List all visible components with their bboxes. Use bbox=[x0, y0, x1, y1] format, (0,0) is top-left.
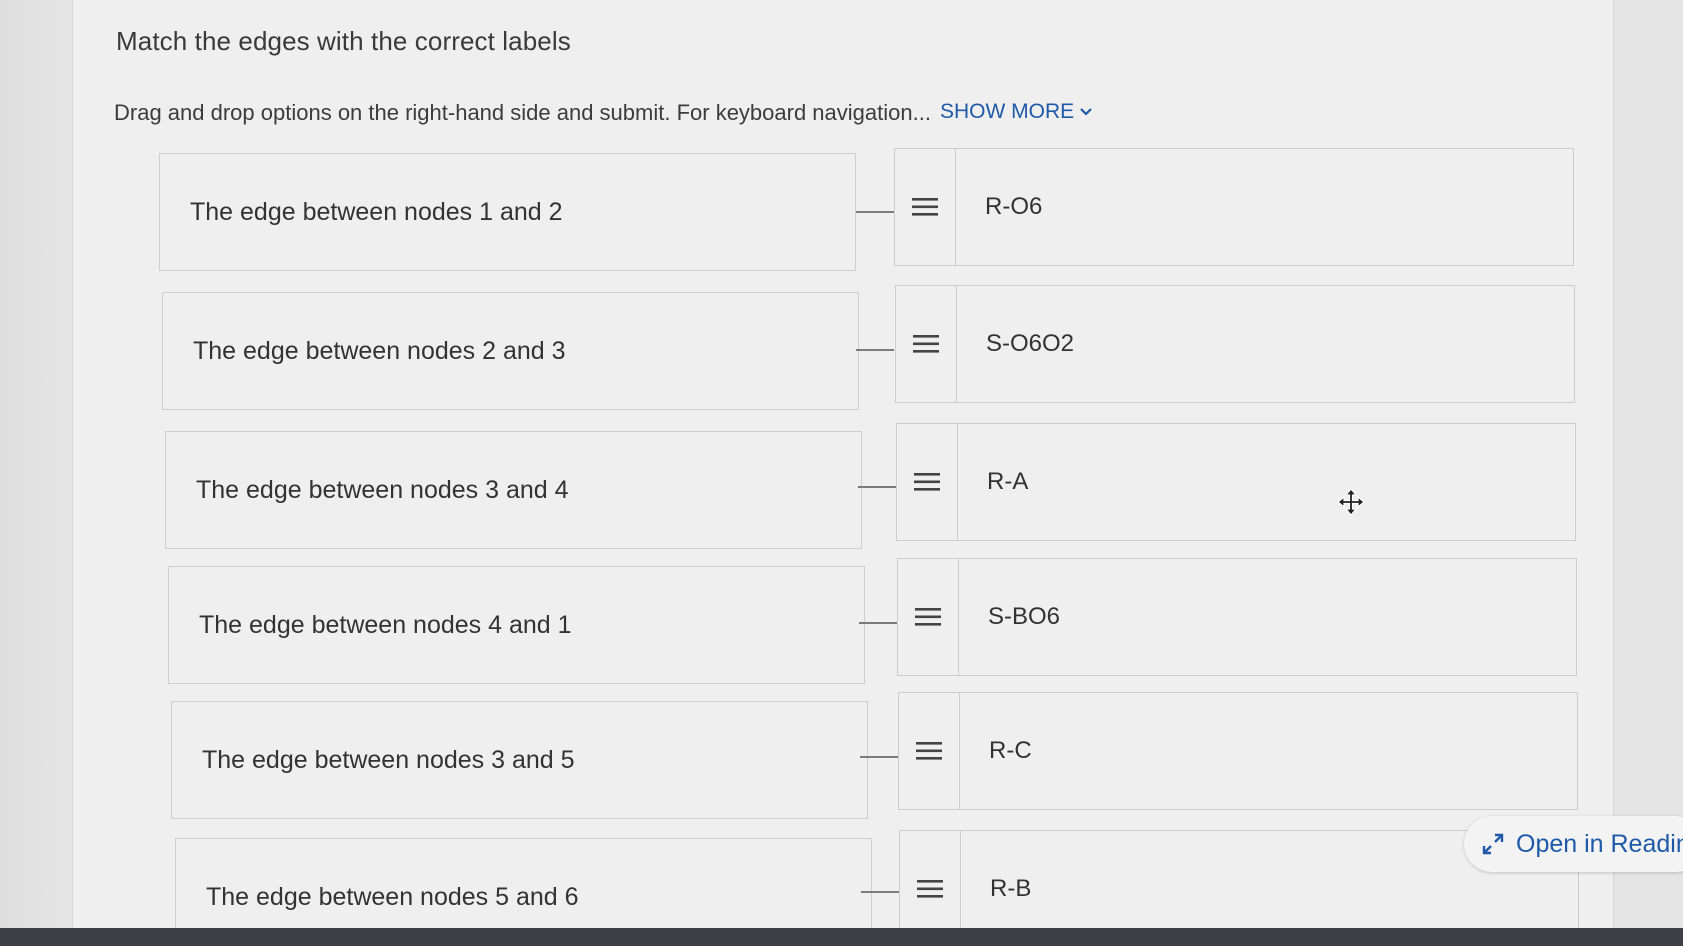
prompt-box-2: The edge between nodes 2 and 3 bbox=[162, 292, 859, 410]
expand-icon bbox=[1482, 833, 1504, 855]
drag-handle-icon[interactable] bbox=[896, 286, 957, 402]
open-in-reading-label: Open in Readin bbox=[1516, 829, 1683, 858]
taskbar bbox=[0, 928, 1683, 946]
prompt-label: The edge between nodes 3 and 4 bbox=[196, 475, 569, 504]
prompt-label: The edge between nodes 1 and 2 bbox=[190, 197, 563, 226]
left-margin bbox=[0, 0, 72, 946]
answer-label: R-B bbox=[990, 875, 1032, 902]
connector-line bbox=[860, 756, 898, 758]
answer-label: S-O6O2 bbox=[986, 330, 1075, 357]
prompt-box-4: The edge between nodes 4 and 1 bbox=[168, 566, 865, 684]
show-more-link[interactable]: SHOW MORE bbox=[940, 100, 1094, 124]
answer-option-3[interactable]: R-A bbox=[896, 423, 1576, 541]
prompt-box-3: The edge between nodes 3 and 4 bbox=[165, 431, 862, 549]
answer-option-1[interactable]: R-O6 bbox=[894, 148, 1574, 266]
prompt-label: The edge between nodes 2 and 3 bbox=[193, 336, 566, 365]
move-cursor-icon bbox=[1337, 488, 1365, 516]
answer-label: R-O6 bbox=[985, 193, 1043, 220]
answer-option-2[interactable]: S-O6O2 bbox=[895, 285, 1575, 403]
show-more-label: SHOW MORE bbox=[940, 100, 1075, 123]
answer-label: R-C bbox=[989, 737, 1032, 764]
app-window: Match the edges with the correct labels … bbox=[0, 0, 1683, 946]
answer-label: R-A bbox=[987, 468, 1029, 495]
answer-option-5[interactable]: R-C bbox=[898, 692, 1578, 810]
connector-line bbox=[859, 622, 897, 624]
chevron-down-icon bbox=[1080, 108, 1092, 117]
drag-handle-icon[interactable] bbox=[897, 424, 958, 540]
prompt-label: The edge between nodes 4 and 1 bbox=[199, 610, 572, 639]
drag-handle-icon[interactable] bbox=[899, 693, 960, 809]
prompt-label: The edge between nodes 3 and 5 bbox=[202, 745, 575, 774]
open-in-reading-button[interactable]: Open in Readin bbox=[1464, 816, 1683, 872]
connector-line bbox=[856, 349, 894, 351]
answer-label: S-BO6 bbox=[988, 603, 1061, 630]
connector-line bbox=[861, 891, 899, 893]
prompt-label: The edge between nodes 5 and 6 bbox=[206, 882, 579, 911]
drag-handle-icon[interactable] bbox=[898, 559, 959, 675]
question-title: Match the edges with the correct labels bbox=[116, 26, 571, 56]
right-margin bbox=[1614, 0, 1683, 946]
drag-handle-icon[interactable] bbox=[895, 149, 956, 265]
prompt-box-5: The edge between nodes 3 and 5 bbox=[171, 701, 868, 819]
connector-line bbox=[858, 486, 896, 488]
prompt-box-1: The edge between nodes 1 and 2 bbox=[159, 153, 856, 271]
answer-option-4[interactable]: S-BO6 bbox=[897, 558, 1577, 676]
connector-line bbox=[856, 211, 894, 213]
instructions-text: Drag and drop options on the right-hand … bbox=[114, 100, 931, 125]
